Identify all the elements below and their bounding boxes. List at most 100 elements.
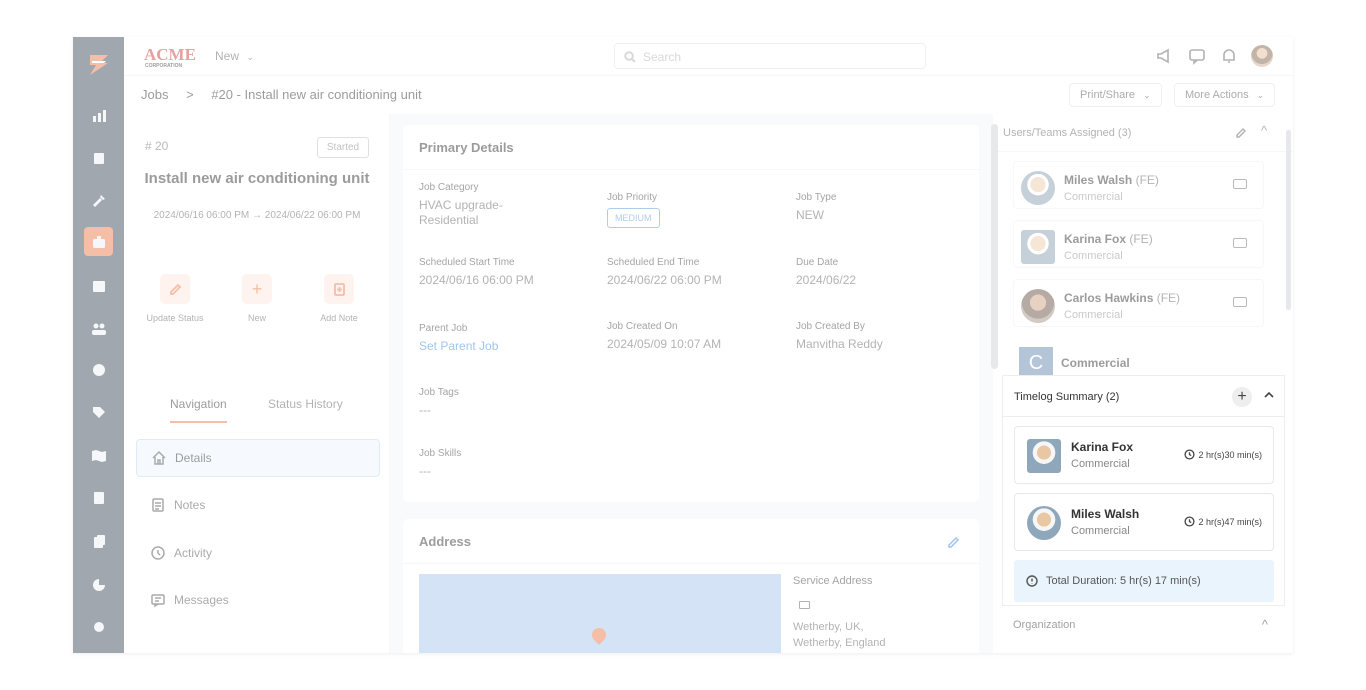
svg-text:ACME: ACME (144, 45, 196, 64)
due-date-field: Due Date 2024/06/22 (796, 257, 966, 288)
timelog-entry[interactable]: Karina Fox Commercial 2 hr(s)30 min(s) (1014, 426, 1274, 484)
organization-label: Organization (1013, 619, 1076, 631)
divider (1003, 416, 1284, 417)
address-map[interactable] (419, 574, 781, 653)
total-duration-banner: Total Duration: 5 hr(s) 17 min(s) (1014, 560, 1274, 602)
brand-logo[interactable]: ACME CORPORATION (144, 45, 200, 69)
field-value: --- (419, 464, 431, 478)
search-icon (624, 51, 636, 63)
users-icon[interactable] (88, 318, 110, 340)
jobs-icon[interactable] (84, 227, 113, 256)
timelog-duration-value: 2 hr(s)47 min(s) (1198, 516, 1262, 527)
more-actions-button[interactable]: More Actions ⌄ (1174, 83, 1276, 107)
new-menu[interactable]: New ⌄ (215, 49, 254, 63)
job-type-field: Job Type NEW (796, 192, 966, 223)
field-label: Job Category (419, 182, 479, 193)
bell-icon[interactable] (1219, 46, 1239, 66)
timelog-user-team: Commercial (1071, 525, 1130, 537)
chat-icon[interactable] (1187, 46, 1207, 66)
edit-pencil-icon[interactable] (1235, 127, 1247, 139)
plus-icon: + (1237, 388, 1247, 405)
mail-icon[interactable] (1233, 179, 1247, 189)
organization-section-header[interactable]: Organization ^ (1002, 606, 1285, 646)
job-created-by-field: Job Created By Manvitha Reddy (796, 321, 966, 352)
documents-icon[interactable] (88, 147, 110, 169)
chevron-up-icon[interactable]: ^ (1261, 123, 1267, 138)
reports-icon[interactable] (88, 105, 110, 127)
new-button[interactable]: + New (212, 274, 302, 323)
megaphone-icon[interactable] (1155, 46, 1175, 66)
breadcrumb-jobs[interactable]: Jobs (141, 87, 168, 102)
tools-icon[interactable] (88, 190, 110, 212)
analytics-icon[interactable] (88, 574, 110, 596)
timelog-summary-panel: Timelog Summary (2) + Karina Fox Commerc… (1002, 375, 1285, 606)
new-icon-button[interactable]: + (242, 274, 272, 304)
note-add-icon (333, 282, 345, 296)
right-panel-scrollbar[interactable] (1286, 130, 1291, 310)
add-note-button[interactable]: Add Note (294, 274, 384, 323)
primary-details-card: Primary Details Job Category HVAC upgrad… (403, 125, 979, 502)
field-label: Scheduled Start Time (419, 257, 515, 268)
tag-icon[interactable] (88, 402, 110, 424)
calendar-icon[interactable] (88, 275, 110, 297)
field-label: Job Skills (419, 448, 462, 459)
new-menu-label: New (215, 49, 240, 63)
tab-status-history[interactable]: Status History (268, 397, 343, 411)
update-status-label: Update Status (146, 313, 204, 323)
search-placeholder: Search (643, 50, 682, 64)
add-timelog-button[interactable]: + (1232, 387, 1252, 407)
job-created-on-field: Job Created On 2024/05/09 10:07 AM (607, 321, 777, 352)
map-icon[interactable] (88, 445, 110, 467)
settings-icon[interactable] (88, 616, 110, 638)
mail-icon[interactable] (1233, 297, 1247, 307)
chevron-up-icon[interactable]: ^ (1262, 617, 1268, 632)
calculator-icon[interactable] (88, 487, 110, 509)
home-icon (152, 450, 166, 465)
clock-icon[interactable] (88, 359, 110, 381)
timelog-entry[interactable]: Miles Walsh Commercial 2 hr(s)47 min(s) (1014, 493, 1274, 551)
info-icon (1026, 575, 1038, 587)
chevron-down-icon: ⌄ (246, 52, 254, 62)
add-note-icon-button[interactable] (324, 274, 354, 304)
field-value: 2024/06/16 06:00 PM (419, 273, 534, 287)
assigned-user-card[interactable]: Carlos Hawkins (FE) Commercial (1013, 279, 1264, 327)
user-team: Commercial (1064, 309, 1123, 321)
nav-item-notes[interactable]: Notes (136, 486, 380, 524)
divider (993, 151, 1293, 152)
user-avatar (1021, 289, 1055, 323)
app-logo-icon[interactable] (86, 51, 112, 79)
job-category-field: Job Category HVAC upgrade-Residential (419, 182, 589, 228)
update-status-button[interactable]: Update Status (130, 274, 220, 323)
timelog-duration: 2 hr(s)47 min(s) (1184, 516, 1262, 527)
assigned-user-card[interactable]: Miles Walsh (FE) Commercial (1013, 161, 1264, 209)
timelog-user-name: Karina Fox (1071, 440, 1134, 454)
content-scrollbar[interactable] (991, 124, 998, 369)
nav-item-messages[interactable]: Messages (136, 581, 380, 619)
update-status-icon-button[interactable] (160, 274, 190, 304)
job-dates: 2024/06/16 06:00 PM → 2024/06/22 06:00 P… (153, 210, 361, 221)
breadcrumb-separator: > (186, 87, 194, 102)
timelog-user-team: Commercial (1071, 458, 1130, 470)
user-avatar (1021, 171, 1055, 205)
status-badge: Started (317, 137, 369, 158)
assigned-user-card[interactable]: Karina Fox (FE) Commercial (1013, 220, 1264, 268)
tab-navigation[interactable]: Navigation (170, 397, 227, 423)
timelog-user-name: Miles Walsh (1071, 507, 1140, 521)
set-parent-job-link[interactable]: Set Parent Job (419, 339, 589, 354)
print-share-button[interactable]: Print/Share ⌄ (1069, 83, 1162, 107)
user-name: Miles Walsh (FE) (1064, 173, 1159, 187)
chevron-up-icon[interactable] (1263, 389, 1275, 401)
user-name: Carlos Hawkins (FE) (1064, 291, 1181, 305)
plus-icon: + (251, 278, 263, 299)
search-input[interactable]: Search (614, 43, 926, 69)
files-icon[interactable] (88, 531, 110, 553)
mail-icon (799, 601, 810, 609)
field-label: Job Priority (607, 192, 658, 203)
nav-item-details[interactable]: Details (136, 439, 380, 477)
nav-item-activity[interactable]: Activity (136, 534, 380, 572)
team-name: Commercial (1061, 356, 1130, 370)
user-avatar[interactable] (1251, 45, 1273, 67)
mail-icon[interactable] (1233, 238, 1247, 248)
field-label: Due Date (796, 257, 839, 268)
edit-pencil-icon[interactable] (947, 535, 961, 549)
